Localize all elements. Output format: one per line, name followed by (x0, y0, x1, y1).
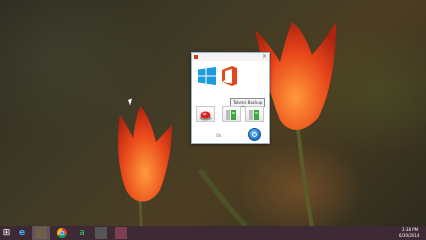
backup-button[interactable] (222, 106, 241, 122)
app5-icon[interactable] (95, 227, 107, 239)
restore-button[interactable] (245, 106, 264, 122)
chrome-logo-icon (57, 228, 67, 238)
start-button[interactable]: ⊞ (1, 227, 12, 239)
green-slider-icon (226, 110, 236, 120)
clock-date[interactable]: 6/30/2014 (399, 233, 420, 239)
desktop: × Tokens Backup Ok ⊞ e a 2:38 PM 6/30/20… (0, 0, 426, 240)
power-icon (252, 132, 257, 137)
office-logo-icon (222, 66, 237, 86)
close-button[interactable]: × (262, 53, 267, 61)
taskbar: ⊞ e a 2:38 PM 6/30/2014 (0, 226, 426, 240)
folder-icon[interactable] (35, 227, 47, 239)
app6-icon[interactable] (115, 227, 127, 239)
title-bar[interactable]: × (192, 53, 269, 61)
backup-tool-window: × Tokens Backup Ok (191, 52, 270, 144)
internet-explorer-icon[interactable]: e (16, 227, 28, 239)
power-button[interactable] (248, 128, 261, 141)
chrome-icon[interactable] (56, 227, 68, 239)
activate-button[interactable] (196, 106, 215, 122)
camtasia-icon[interactable]: a (76, 227, 88, 239)
system-tray (356, 230, 396, 236)
green-slider-icon (249, 110, 259, 120)
red-button-icon (199, 111, 212, 121)
windows-logo-icon (198, 67, 216, 85)
app-icon (194, 55, 198, 59)
ok-label: Ok (216, 133, 222, 138)
